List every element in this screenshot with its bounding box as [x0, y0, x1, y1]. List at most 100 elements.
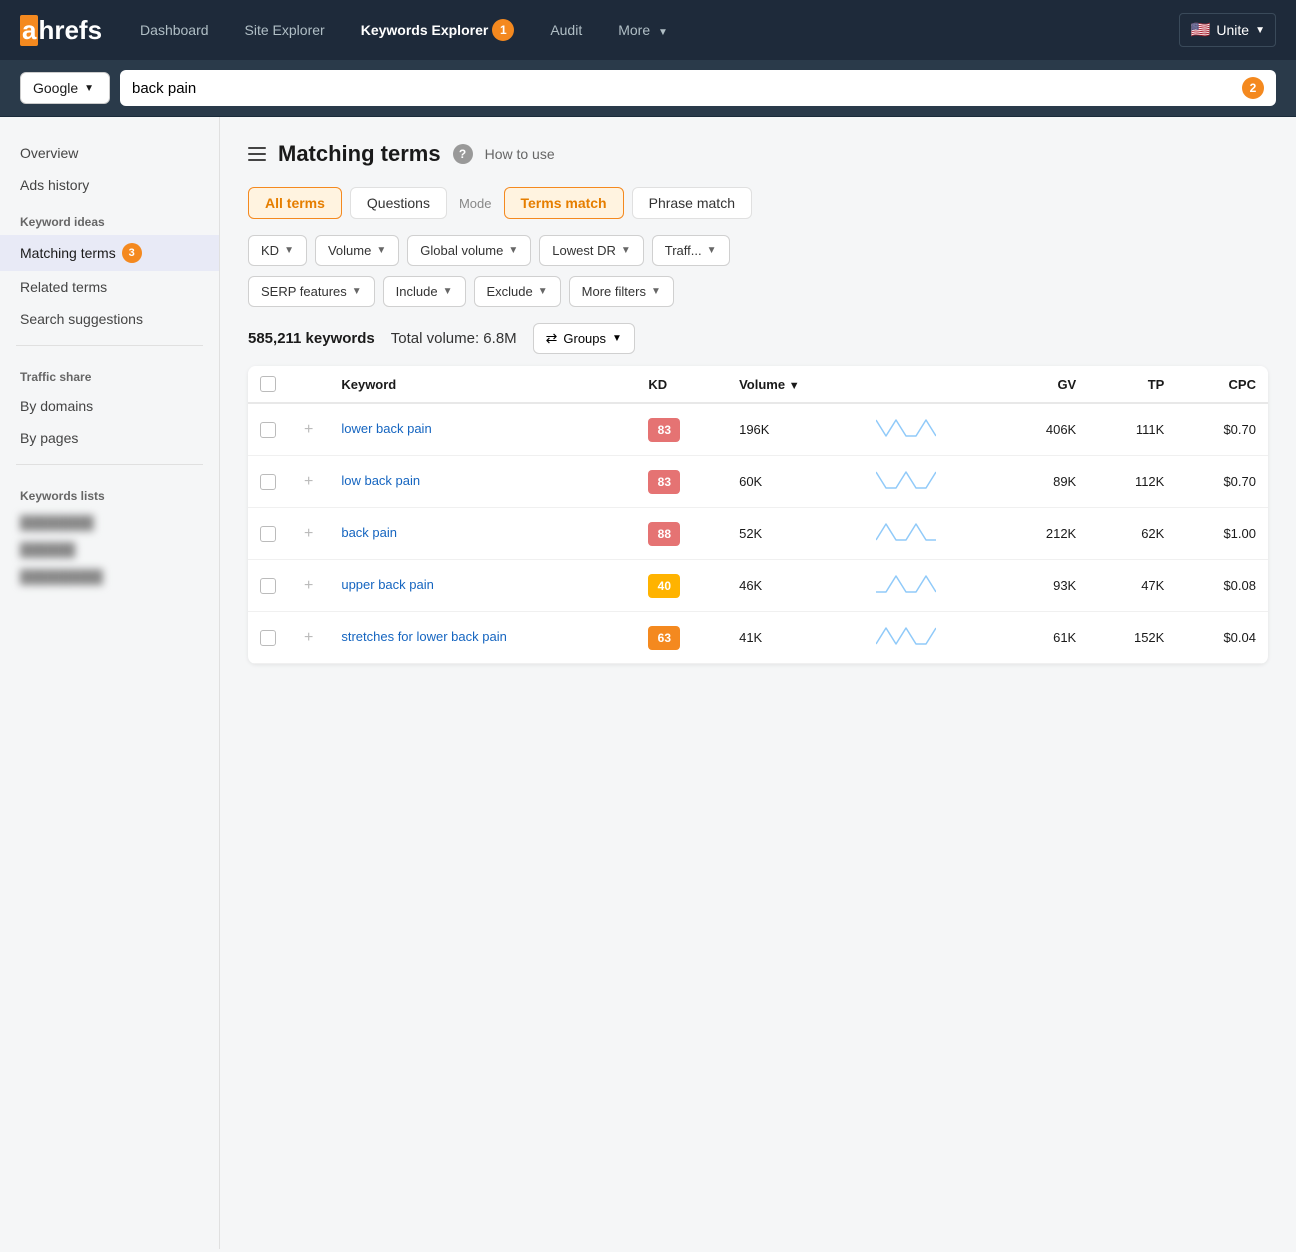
sidebar: Overview Ads history Keyword ideas Match…	[0, 117, 220, 1249]
col-keyword: Keyword	[329, 366, 636, 403]
filter-more[interactable]: More filters ▼	[569, 276, 674, 307]
chevron-down-icon: ▼	[1255, 25, 1265, 36]
how-to-use-link[interactable]: How to use	[485, 146, 555, 162]
chevron-down-icon: ▼	[538, 286, 548, 297]
keyword-link-3[interactable]: upper back pain	[341, 577, 434, 592]
row-kd-cell: 40	[636, 560, 727, 612]
tab-questions[interactable]: Questions	[350, 187, 447, 219]
filter-lowest-dr[interactable]: Lowest DR ▼	[539, 235, 643, 266]
sidebar-item-related-terms[interactable]: Related terms	[0, 271, 219, 303]
row-cpc-cell: $0.08	[1176, 560, 1268, 612]
nav-more[interactable]: More ▼	[604, 14, 682, 46]
nav-site-explorer[interactable]: Site Explorer	[231, 14, 339, 46]
col-cpc: CPC	[1176, 366, 1268, 403]
groups-icon: ⇄	[546, 330, 558, 347]
filters-row-1: KD ▼ Volume ▼ Global volume ▼ Lowest DR …	[248, 235, 1268, 266]
row-checkbox-cell	[248, 456, 288, 508]
row-cpc-cell: $1.00	[1176, 508, 1268, 560]
add-keyword-button-0[interactable]: +	[300, 419, 317, 440]
country-label: Unite	[1216, 22, 1249, 38]
tab-terms-match[interactable]: Terms match	[504, 187, 624, 219]
keyword-link-2[interactable]: back pain	[341, 525, 397, 540]
add-keyword-button-1[interactable]: +	[300, 471, 317, 492]
row-trend-cell	[864, 456, 1000, 508]
sidebar-item-search-suggestions[interactable]: Search suggestions	[0, 303, 219, 335]
row-trend-cell	[864, 612, 1000, 664]
help-icon[interactable]: ?	[453, 144, 473, 164]
add-keyword-button-2[interactable]: +	[300, 523, 317, 544]
page-header: Matching terms ? How to use	[248, 141, 1268, 167]
table-row: + back pain 88 52K 212K 62K $1.00	[248, 508, 1268, 560]
tab-phrase-match[interactable]: Phrase match	[632, 187, 752, 219]
sidebar-item-ads-history[interactable]: Ads history	[0, 169, 219, 201]
total-volume: Total volume: 6.8M	[391, 330, 517, 347]
nav-dashboard[interactable]: Dashboard	[126, 14, 223, 46]
sidebar-section-keywords-lists: Keywords lists	[0, 475, 219, 509]
row-checkbox-0[interactable]	[260, 422, 276, 438]
kd-badge-2: 88	[648, 522, 680, 546]
chevron-down-icon: ▼	[651, 286, 661, 297]
filter-kd[interactable]: KD ▼	[248, 235, 307, 266]
keyword-link-0[interactable]: lower back pain	[341, 421, 431, 436]
row-tp-cell: 47K	[1088, 560, 1176, 612]
country-selector[interactable]: 🇺🇸 Unite ▼	[1179, 13, 1276, 47]
groups-button[interactable]: ⇄ Groups ▼	[533, 323, 635, 354]
filter-exclude[interactable]: Exclude ▼	[474, 276, 561, 307]
keyword-link-1[interactable]: low back pain	[341, 473, 420, 488]
kd-badge-1: 83	[648, 470, 680, 494]
sidebar-section-traffic-share: Traffic share	[0, 356, 219, 390]
nav-badge-1: 1	[492, 19, 514, 41]
add-keyword-button-3[interactable]: +	[300, 575, 317, 596]
row-trend-cell	[864, 508, 1000, 560]
trend-sparkline-3	[876, 572, 936, 596]
search-input[interactable]	[132, 80, 1234, 97]
nav-keywords-explorer[interactable]: Keywords Explorer 1	[347, 11, 529, 49]
sidebar-blurred-2: ██████	[0, 536, 219, 563]
filter-serp-features[interactable]: SERP features ▼	[248, 276, 375, 307]
table-row: + lower back pain 83 196K 406K 111K $0.7…	[248, 403, 1268, 456]
trend-sparkline-2	[876, 520, 936, 544]
nav-right: 🇺🇸 Unite ▼	[1179, 13, 1276, 47]
hamburger-icon[interactable]	[248, 147, 266, 161]
row-checkbox-cell	[248, 612, 288, 664]
chevron-down-icon: ▼	[707, 245, 717, 256]
add-keyword-button-4[interactable]: +	[300, 627, 317, 648]
row-volume-cell: 196K	[727, 403, 864, 456]
table-row: + low back pain 83 60K 89K 112K $0.70	[248, 456, 1268, 508]
filter-traffic[interactable]: Traff... ▼	[652, 235, 730, 266]
row-tp-cell: 111K	[1088, 403, 1176, 456]
chevron-down-icon: ▼	[508, 245, 518, 256]
row-add-cell: +	[288, 560, 329, 612]
select-all-checkbox[interactable]	[260, 376, 276, 392]
logo[interactable]: a hrefs	[20, 15, 102, 46]
sidebar-item-by-domains[interactable]: By domains	[0, 390, 219, 422]
row-volume-cell: 52K	[727, 508, 864, 560]
stats-row: 585,211 keywords Total volume: 6.8M ⇄ Gr…	[248, 323, 1268, 354]
filter-include[interactable]: Include ▼	[383, 276, 466, 307]
filter-global-volume[interactable]: Global volume ▼	[407, 235, 531, 266]
sidebar-item-by-pages[interactable]: By pages	[0, 422, 219, 454]
trend-sparkline-4	[876, 624, 936, 648]
row-add-cell: +	[288, 508, 329, 560]
row-checkbox-2[interactable]	[260, 526, 276, 542]
sidebar-item-matching-terms[interactable]: Matching terms 3	[0, 235, 219, 271]
keywords-table: Keyword KD Volume ▼ GV TP CPC + lower ba…	[248, 366, 1268, 664]
row-gv-cell: 89K	[1000, 456, 1088, 508]
row-cpc-cell: $0.70	[1176, 403, 1268, 456]
tab-all-terms[interactable]: All terms	[248, 187, 342, 219]
nav-audit[interactable]: Audit	[536, 14, 596, 46]
col-volume: Volume ▼	[727, 366, 864, 403]
engine-selector[interactable]: Google ▼	[20, 72, 110, 104]
sidebar-item-overview[interactable]: Overview	[0, 137, 219, 169]
row-checkbox-1[interactable]	[260, 474, 276, 490]
keyword-link-4[interactable]: stretches for lower back pain	[341, 629, 506, 644]
row-kd-cell: 63	[636, 612, 727, 664]
row-add-cell: +	[288, 403, 329, 456]
chevron-down-icon: ▼	[84, 83, 94, 94]
search-input-wrap[interactable]: 2	[120, 70, 1276, 106]
row-checkbox-4[interactable]	[260, 630, 276, 646]
kd-badge-0: 83	[648, 418, 680, 442]
row-checkbox-3[interactable]	[260, 578, 276, 594]
filter-volume[interactable]: Volume ▼	[315, 235, 399, 266]
col-kd: KD	[636, 366, 727, 403]
